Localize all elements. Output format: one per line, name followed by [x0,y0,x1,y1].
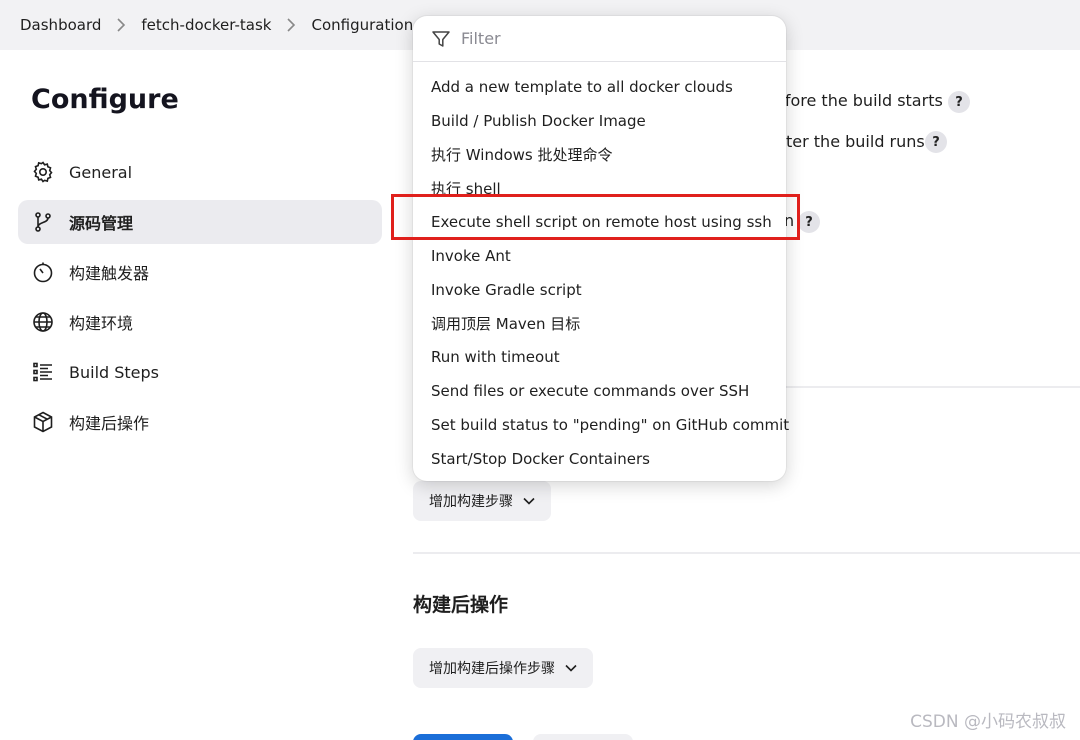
add-build-step-button[interactable]: 增加构建步骤 [413,481,551,521]
sidebar-item-label: 构建触发器 [69,264,150,283]
page-title: Configure [31,84,179,115]
menu-item-run-with-timeout[interactable]: Run with timeout [413,340,786,374]
sidebar-item-label: Build Steps [69,362,160,382]
post-build-heading: 构建后操作 [413,594,509,616]
sidebar-item-label: 构建环境 [69,314,134,333]
menu-item-invoke-ant[interactable]: Invoke Ant [413,239,786,273]
add-post-build-step-label: 增加构建后操作步骤 [429,661,555,677]
save-button[interactable] [413,734,513,740]
menu-item-docker-publish[interactable]: Build / Publish Docker Image [413,104,786,138]
apply-button[interactable] [533,734,633,740]
sidebar-item-label: General [69,162,133,182]
menu-item-maven-targets[interactable]: 调用顶层 Maven 目标 [413,307,786,341]
sidebar-item-label: 构建后操作 [69,414,150,433]
help-icon[interactable]: ? [925,131,947,153]
chevron-down-icon [523,497,535,505]
option-before-build[interactable]: efore the build starts [775,91,943,110]
gear-icon [30,159,56,185]
option-after-build[interactable]: ter the build runs [786,132,925,151]
help-icon[interactable]: ? [798,211,820,233]
chevron-right-icon [271,18,311,32]
globe-icon [30,309,56,335]
list-icon [30,359,56,385]
menu-item-send-files-ssh[interactable]: Send files or execute commands over SSH [413,374,786,408]
menu-item-github-pending-status[interactable]: Set build status to "pending" on GitHub … [413,408,789,442]
filter-icon [431,29,451,49]
branch-icon [30,209,56,235]
timer-icon [30,259,56,285]
build-step-dropdown: Add a new template to all docker clouds … [413,16,789,481]
cube-icon [30,409,56,435]
menu-item-docker-containers[interactable]: Start/Stop Docker Containers [413,442,786,476]
section-divider [413,552,1080,554]
sidebar-item-post-build[interactable]: 构建后操作 [18,400,382,444]
menu-item-docker-template[interactable]: Add a new template to all docker clouds [413,70,786,104]
filter-row [413,16,786,62]
sidebar-item-source-code[interactable]: 源码管理 [18,200,382,244]
breadcrumb-dashboard[interactable]: Dashboard [20,16,101,34]
chevron-down-icon [565,664,577,672]
sidebar-item-general[interactable]: General [18,150,382,194]
add-post-build-step-button[interactable]: 增加构建后操作步骤 [413,648,593,688]
add-build-step-label: 增加构建步骤 [429,494,513,510]
menu-item-windows-batch[interactable]: 执行 Windows 批处理命令 [413,138,786,172]
chevron-right-icon [101,18,141,32]
filter-input[interactable] [461,29,761,48]
sidebar: General 源码管理 构建触发器 构建环境 Build Steps 构建后操… [18,150,382,450]
sidebar-item-build-triggers[interactable]: 构建触发器 [18,250,382,294]
breadcrumb-job[interactable]: fetch-docker-task [141,16,271,34]
menu-item-execute-shell[interactable]: 执行 shell [413,171,786,205]
menu-list: Add a new template to all docker clouds … [413,62,789,476]
sidebar-item-build-steps[interactable]: Build Steps [18,350,382,394]
menu-item-remote-ssh-shell[interactable]: Execute shell script on remote host usin… [413,205,786,239]
sidebar-item-label: 源码管理 [69,214,134,233]
breadcrumb-configuration[interactable]: Configuration [311,16,413,34]
sidebar-item-build-environment[interactable]: 构建环境 [18,300,382,344]
menu-item-invoke-gradle[interactable]: Invoke Gradle script [413,273,786,307]
help-icon[interactable]: ? [948,91,970,113]
watermark: CSDN @小码农叔叔 [910,712,1066,732]
